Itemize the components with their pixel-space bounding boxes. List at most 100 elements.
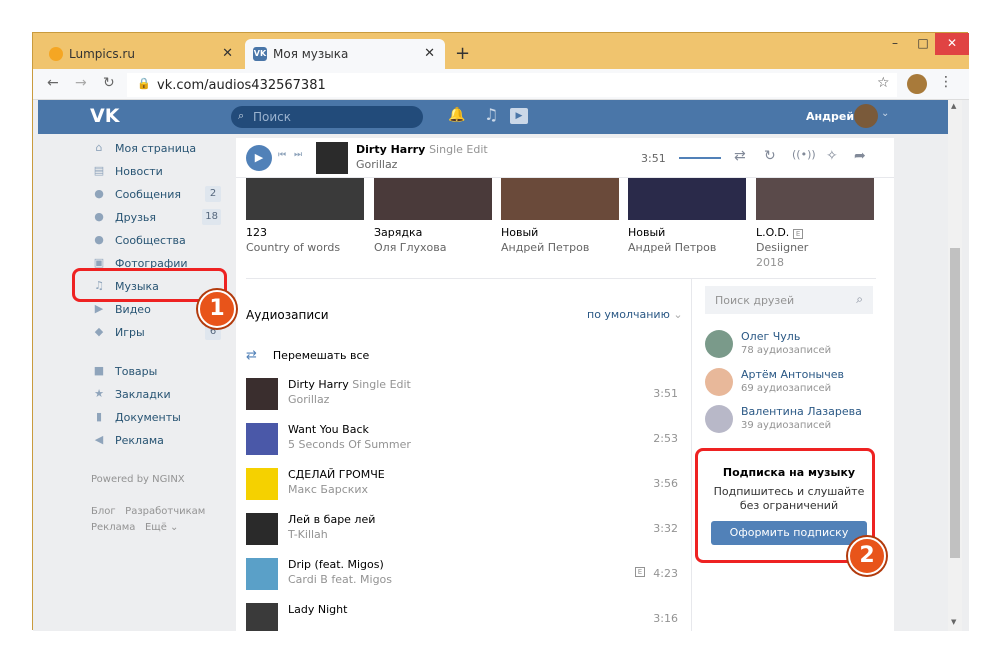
minimize-button[interactable]: – <box>881 33 909 55</box>
back-arrow-icon[interactable]: ← <box>47 75 59 91</box>
next-icon[interactable]: ⏭ <box>294 150 302 160</box>
album-card[interactable]: Новый Андрей Петров <box>628 178 746 254</box>
user-name[interactable]: Андрей <box>806 110 854 123</box>
chevron-down-icon: ⌄ <box>673 308 683 321</box>
chevron-down-icon[interactable]: ⌄ <box>881 108 889 119</box>
sidebar-item-label: Сообщения <box>115 187 182 201</box>
sidebar-item-goods[interactable]: ■ Товары <box>91 361 221 381</box>
play-icon[interactable]: ▶ <box>510 108 528 124</box>
scrollbar-thumb[interactable] <box>950 248 960 558</box>
friend-name[interactable]: Артём Антонычев <box>741 368 844 381</box>
volume-slider[interactable] <box>679 157 721 159</box>
sidebar-item-label: Реклама <box>115 433 164 447</box>
sidebar-item-my-page[interactable]: ⌂ Моя страница <box>91 138 221 158</box>
share-icon[interactable]: ➦ <box>854 148 866 164</box>
documents-icon: ▮ <box>95 410 103 423</box>
album-card[interactable]: Зарядка Оля Глухова <box>374 178 492 254</box>
explicit-badge: E <box>792 229 804 239</box>
close-tab-icon[interactable]: ✕ <box>222 46 233 61</box>
goods-icon: ■ <box>93 364 105 377</box>
album-cover <box>246 178 364 220</box>
ads-link[interactable]: Реклама <box>91 522 135 533</box>
sidebar-item-news[interactable]: ▤ Новости <box>91 161 221 181</box>
reload-icon[interactable]: ↻ <box>103 75 115 91</box>
previous-icon[interactable]: ⏮ <box>278 150 286 160</box>
maximize-button[interactable]: □ <box>909 33 937 55</box>
tab-title: Моя музыка <box>273 47 349 61</box>
player-time: 3:51 <box>641 152 666 165</box>
new-tab-button[interactable]: + <box>455 43 470 64</box>
close-tab-icon[interactable]: ✕ <box>424 46 435 61</box>
sidebar-item-label: Друзья <box>115 210 157 224</box>
devs-link[interactable]: Разработчикам <box>125 506 205 517</box>
tab-my-music[interactable]: VK Моя музыка ✕ <box>245 39 445 69</box>
sidebar-item-messages[interactable]: ● Сообщения 2 <box>91 184 221 204</box>
track-cover <box>246 378 278 410</box>
blog-link[interactable]: Блог <box>91 506 116 517</box>
close-window-button[interactable]: ✕ <box>935 33 969 55</box>
bell-icon[interactable]: 🔔 <box>448 107 465 123</box>
sidebar-item-documents[interactable]: ▮ Документы <box>91 407 221 427</box>
friend-item[interactable]: Олег Чуль 78 аудиозаписей <box>705 330 875 360</box>
album-card[interactable]: Новый Андрей Петров <box>501 178 619 254</box>
play-button[interactable]: ▶ <box>246 145 272 171</box>
audio-player: ▶ ⏮ ⏭ Dirty Harry Single Edit Gorillaz 3… <box>236 138 894 178</box>
friend-name[interactable]: Олег Чуль <box>741 330 800 343</box>
communities-icon: ● <box>94 233 104 246</box>
shuffle-icon[interactable]: ⇄ <box>734 148 746 164</box>
avatar <box>705 368 733 396</box>
album-artist: Андрей Петров <box>628 241 717 254</box>
player-artist[interactable]: Gorillaz <box>356 158 397 171</box>
friend-item[interactable]: Артём Антонычев 69 аудиозаписей <box>705 368 875 398</box>
scrollbar[interactable]: ▲ ▼ <box>948 100 962 631</box>
track-duration: 4:23 <box>653 567 678 580</box>
track-row[interactable]: СДЕЛАЙ ГРОМЧЕ Макс Барских 3:56 <box>246 464 678 504</box>
sidebar-item-communities[interactable]: ● Сообщества <box>91 230 221 250</box>
friend-name[interactable]: Валентина Лазарева <box>741 405 862 418</box>
right-column-divider <box>691 278 692 631</box>
search-input[interactable]: ⌕ Поиск <box>231 106 423 128</box>
track-row[interactable]: Lady Night 3:16 <box>246 599 678 631</box>
scroll-down-icon[interactable]: ▼ <box>951 618 956 626</box>
broadcast-icon[interactable]: ((•)) <box>792 148 816 161</box>
track-row[interactable]: Want You Back 5 Seconds Of Summer 2:53 <box>246 419 678 459</box>
track-duration: 3:51 <box>653 387 678 400</box>
menu-kebab-icon[interactable]: ⋮ <box>939 74 953 90</box>
tab-lumpics[interactable]: Lumpics.ru ✕ <box>41 39 243 69</box>
friends-search-placeholder: Поиск друзей <box>715 293 795 307</box>
more-link[interactable]: Ещё <box>145 522 167 533</box>
friend-item[interactable]: Валентина Лазарева 39 аудиозаписей <box>705 405 875 435</box>
recommend-icon[interactable]: ✧ <box>826 148 838 164</box>
track-artist: Gorillaz <box>288 393 330 406</box>
powered-by: Powered by NGINX <box>91 474 185 485</box>
track-row[interactable]: Dirty Harry Single Edit Gorillaz 3:51 <box>246 374 678 414</box>
album-cover <box>756 178 874 220</box>
sidebar-item-games[interactable]: ◆ Игры 6 <box>91 322 221 342</box>
music-note-icon[interactable]: ♫ <box>484 105 498 124</box>
scroll-up-icon[interactable]: ▲ <box>951 102 956 110</box>
sidebar-item-bookmarks[interactable]: ★ Закладки <box>91 384 221 404</box>
track-row[interactable]: Лей в баре лей T-Killah 3:32 <box>246 509 678 549</box>
forward-arrow-icon[interactable]: → <box>75 75 87 91</box>
track-title: Lady Night <box>288 603 348 616</box>
track-row[interactable]: Drip (feat. Migos) Cardi B feat. Migos E 4:… <box>246 554 678 594</box>
profile-avatar-icon[interactable] <box>907 74 927 94</box>
count-badge: 18 <box>202 209 221 225</box>
sort-dropdown[interactable]: по умолчанию ⌄ <box>587 308 683 321</box>
repeat-icon[interactable]: ↻ <box>764 148 776 164</box>
album-card[interactable]: L.O.D. E Desiigner 2018 <box>756 178 874 269</box>
sidebar-item-friends[interactable]: ● Друзья 18 <box>91 207 221 227</box>
vk-logo[interactable]: VK <box>90 105 119 127</box>
friends-search-input[interactable]: Поиск друзей ⌕ <box>705 286 873 314</box>
footer-links-row2: Реклама Ещё ⌄ <box>91 522 179 533</box>
shuffle-all-button[interactable]: ⇄ Перемешать все <box>246 348 369 363</box>
sidebar-item-label: Новости <box>115 164 163 178</box>
album-card[interactable]: 123 Country of words <box>246 178 364 254</box>
sidebar-item-ads[interactable]: ◀ Реклама <box>91 430 221 450</box>
address-bar[interactable]: 🔒 vk.com/audios432567381 <box>127 73 897 97</box>
track-duration: 3:16 <box>653 612 678 625</box>
count-badge: 2 <box>205 186 221 202</box>
track-artist: T-Killah <box>288 528 328 541</box>
user-avatar[interactable] <box>854 104 878 128</box>
bookmark-star-icon[interactable]: ☆ <box>877 75 890 91</box>
